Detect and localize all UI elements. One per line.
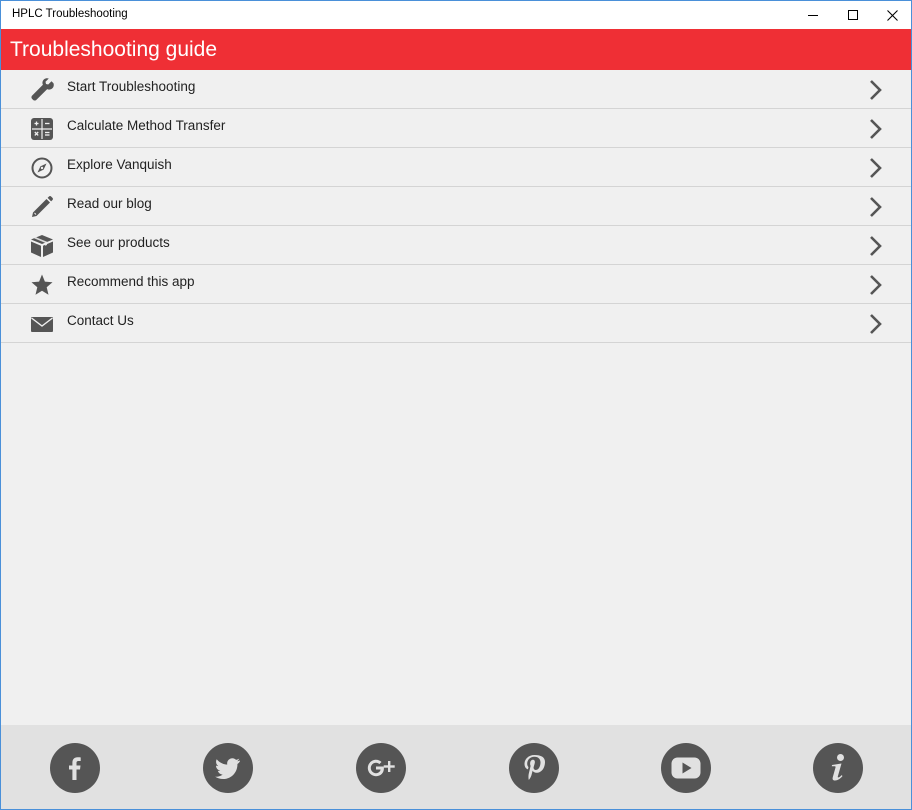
info-button[interactable] [813,743,863,793]
menu-item-label: Calculate Method Transfer [67,118,226,133]
menu-item-calculate-method-transfer[interactable]: Calculate Method Transfer [1,109,911,148]
google-plus-button[interactable] [356,743,406,793]
menu-item-label: Read our blog [67,196,152,211]
chevron-right-icon [870,80,882,100]
twitter-icon [215,758,240,780]
page-title: Troubleshooting guide [10,38,218,61]
menu-list: Start Troubleshooting Calculate Method T… [1,70,911,343]
box-icon [29,233,55,259]
menu-item-contact-us[interactable]: Contact Us [1,304,911,343]
title-bar[interactable]: HPLC Troubleshooting [1,1,911,29]
facebook-icon [69,757,81,780]
menu-item-label: Contact Us [67,313,134,328]
chevron-right-icon [870,314,882,334]
chevron-right-icon [870,197,882,217]
google-plus-icon [367,759,395,777]
envelope-icon [29,311,55,337]
menu-item-recommend-this-app[interactable]: Recommend this app [1,265,911,304]
youtube-icon [671,757,701,779]
chevron-right-icon [870,275,882,295]
menu-item-read-our-blog[interactable]: Read our blog [1,187,911,226]
calculator-icon [29,116,55,142]
chevron-right-icon [870,236,882,256]
chevron-right-icon [870,119,882,139]
pencil-icon [29,194,55,220]
menu-item-start-troubleshooting[interactable]: Start Troubleshooting [1,70,911,109]
wrench-icon [29,77,55,103]
social-footer [1,725,911,809]
chevron-right-icon [870,158,882,178]
menu-item-see-our-products[interactable]: See our products [1,226,911,265]
window-title: HPLC Troubleshooting [12,8,128,20]
menu-item-label: Start Troubleshooting [67,79,196,94]
minimize-button[interactable] [793,1,833,29]
pinterest-icon [524,755,545,780]
close-button[interactable] [872,1,911,29]
close-icon [886,9,898,21]
pinterest-button[interactable] [509,743,559,793]
minimize-icon [808,15,818,16]
info-icon [831,754,844,781]
app-header: Troubleshooting guide [1,29,911,70]
star-icon [29,272,55,298]
youtube-button[interactable] [661,743,711,793]
twitter-button[interactable] [203,743,253,793]
maximize-icon [848,10,858,20]
app-window: HPLC Troubleshooting Troubleshooting gui… [0,0,912,810]
maximize-button[interactable] [833,1,873,29]
menu-item-label: Recommend this app [67,274,195,289]
compass-icon [29,155,55,181]
facebook-button[interactable] [50,743,100,793]
menu-item-label: See our products [67,235,170,250]
menu-item-label: Explore Vanquish [67,157,172,172]
menu-item-explore-vanquish[interactable]: Explore Vanquish [1,148,911,187]
